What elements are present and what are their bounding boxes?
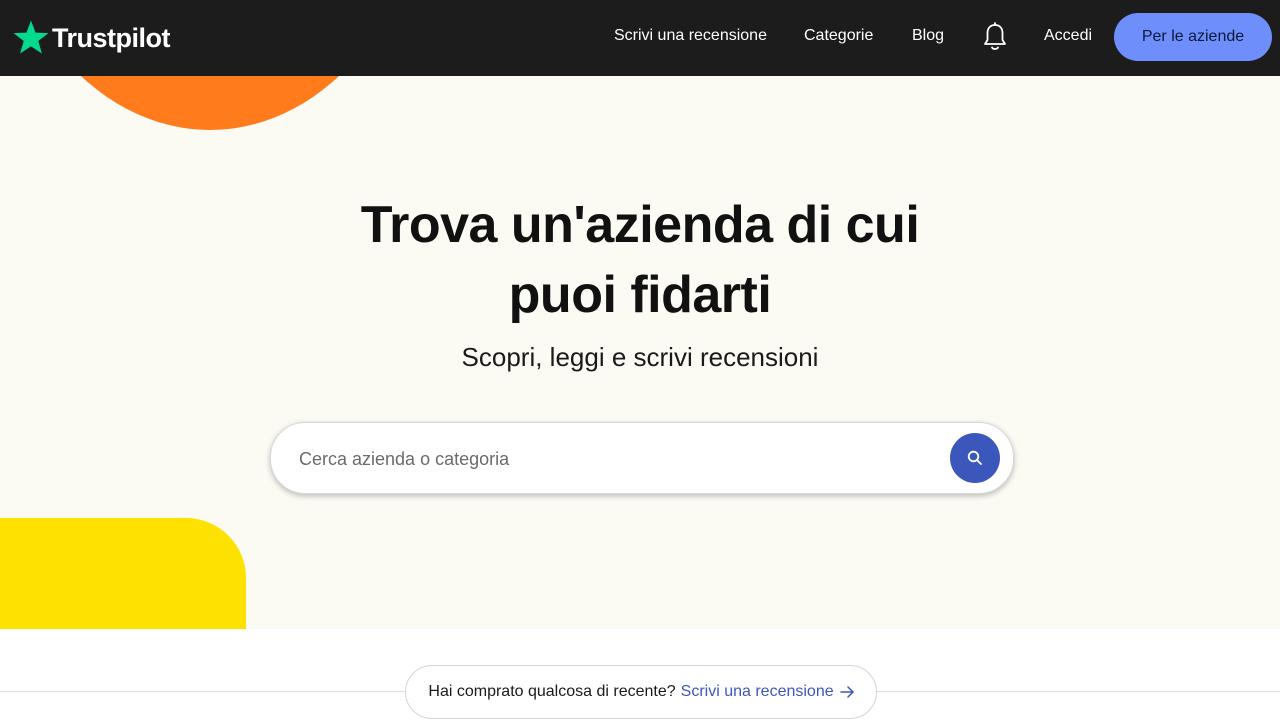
search-icon <box>967 450 982 465</box>
bell-icon <box>984 22 1006 50</box>
search-input[interactable] <box>297 437 941 481</box>
prompt-text: Hai comprato qualcosa di recente? <box>428 683 676 700</box>
top-navigation-bar: Trustpilot Scrivi una recensione Categor… <box>0 0 1280 76</box>
trustpilot-logo[interactable]: Trustpilot <box>12 14 171 62</box>
hero-title-line2: puoi fidarti <box>508 266 772 324</box>
write-review-link-label: Scrivi una recensione <box>680 683 834 700</box>
write-review-link[interactable]: Scrivi una recensione <box>681 683 854 701</box>
decorative-yellow-shape <box>0 518 246 629</box>
nav-categories[interactable]: Categorie <box>804 27 873 45</box>
search-button[interactable] <box>950 433 1000 483</box>
notifications-button[interactable] <box>982 22 1008 52</box>
hero-subtitle: Scopri, leggi e scrivi recensioni <box>461 342 819 372</box>
hero-section: Trova un'azienda di cui puoi fidarti Sco… <box>0 76 1280 629</box>
arrow-right-icon <box>839 686 854 698</box>
star-logo-icon <box>13 20 49 54</box>
search-bar <box>270 422 1014 494</box>
nav-write-review[interactable]: Scrivi una recensione <box>614 27 767 45</box>
nav-blog[interactable]: Blog <box>912 27 944 45</box>
nav-login[interactable]: Accedi <box>1044 27 1092 45</box>
recent-purchase-prompt: Hai comprato qualcosa di recente? Scrivi… <box>405 665 877 719</box>
decorative-orange-shape <box>0 76 430 130</box>
logo-text: Trustpilot <box>52 22 171 53</box>
hero-title: Trova un'azienda di cui puoi fidarti <box>0 190 1280 330</box>
for-business-button[interactable]: Per le aziende <box>1114 13 1272 61</box>
hero-title-line1: Trova un'azienda di cui <box>360 196 920 254</box>
